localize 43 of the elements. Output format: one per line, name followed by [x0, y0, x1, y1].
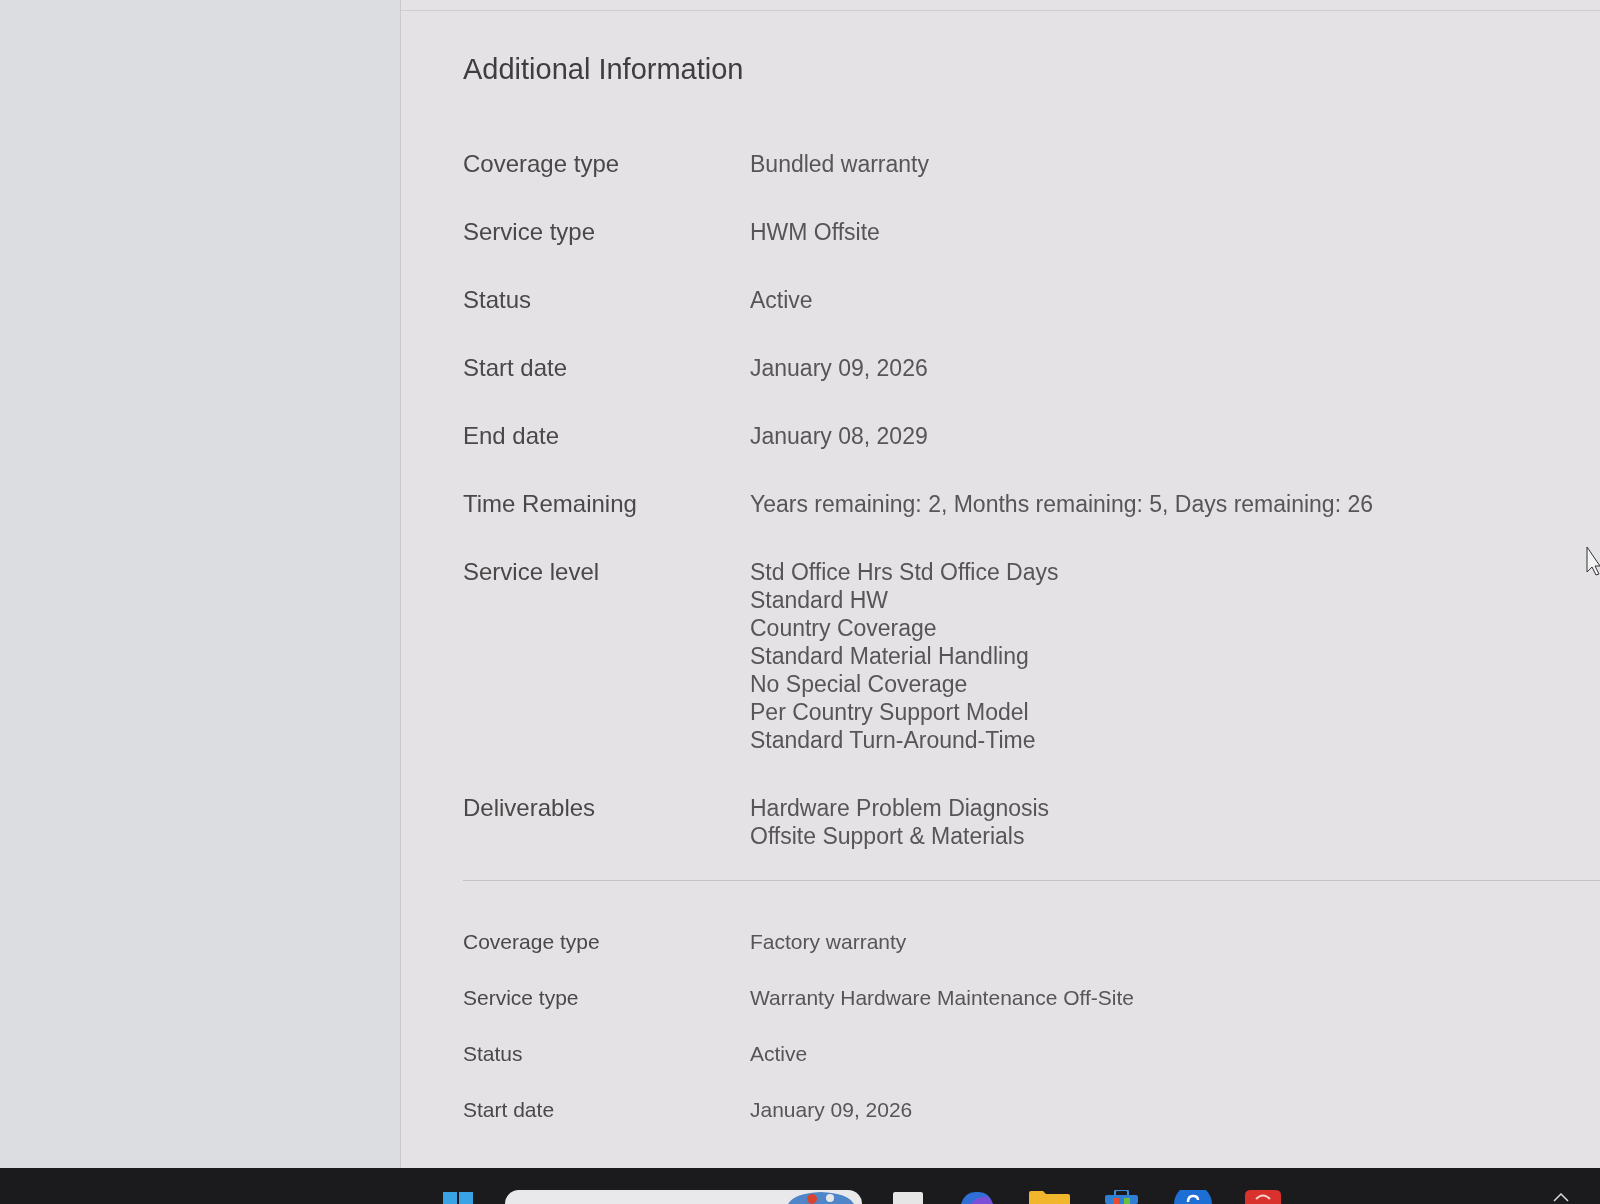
field-label: Service type	[463, 985, 579, 1011]
field-value: Std Office Hrs Std Office Days	[750, 558, 1059, 586]
chevron-up-icon[interactable]	[1553, 1193, 1569, 1202]
field-label: Coverage type	[463, 929, 600, 955]
field-label: Service level	[463, 558, 600, 586]
field-value: Active	[750, 1041, 808, 1067]
field-value: Standard Turn-Around-Time	[750, 726, 1036, 754]
round-app-icon[interactable]	[1174, 1190, 1212, 1204]
field-label: Status	[463, 1041, 523, 1067]
field-label: Deliverables	[463, 794, 596, 822]
field-value: January 09, 2026	[750, 354, 928, 382]
tile-icon[interactable]	[893, 1192, 923, 1204]
field-label: Coverage type	[463, 150, 620, 178]
taskbar-app-icon[interactable]	[959, 1191, 995, 1204]
field-value: HWM Offsite	[750, 218, 880, 246]
grid-icon	[443, 1192, 473, 1204]
field-label: Time Remaining	[463, 490, 637, 518]
field-value: Bundled warranty	[750, 150, 929, 178]
pointer-icon	[1586, 546, 1600, 576]
field-value: Per Country Support Model	[750, 698, 1029, 726]
store-bag-icon[interactable]	[1105, 1190, 1138, 1204]
field-value: January 08, 2029	[750, 422, 928, 450]
field-value: No Special Coverage	[750, 670, 968, 698]
field-value: Offsite Support & Materials	[750, 822, 1025, 850]
field-value: Hardware Problem Diagnosis	[750, 794, 1050, 822]
field-label: Service type	[463, 218, 596, 246]
field-label: End date	[463, 422, 560, 450]
field-label: Start date	[463, 354, 568, 382]
field-value: Years remaining: 2, Months remaining: 5, Days remaining: 26	[750, 490, 1374, 518]
search-highlight-icon	[786, 1192, 856, 1204]
field-value: January 09, 2026	[750, 1097, 913, 1123]
search-field[interactable]	[505, 1190, 862, 1204]
field-value: Standard HW	[750, 586, 889, 614]
field-label: Start date	[463, 1097, 555, 1123]
section-title: Additional Information	[463, 52, 744, 87]
field-value: Warranty Hardware Maintenance Off-Site	[750, 985, 1134, 1011]
field-value: Factory warranty	[750, 929, 907, 955]
field-value: Active	[750, 286, 813, 314]
field-value: Standard Material Handling	[750, 642, 1029, 670]
folder-icon[interactable]	[1029, 1191, 1070, 1204]
field-label: Status	[463, 286, 532, 314]
field-value: Country Coverage	[750, 614, 937, 642]
app-tile-icon[interactable]	[1245, 1190, 1281, 1204]
